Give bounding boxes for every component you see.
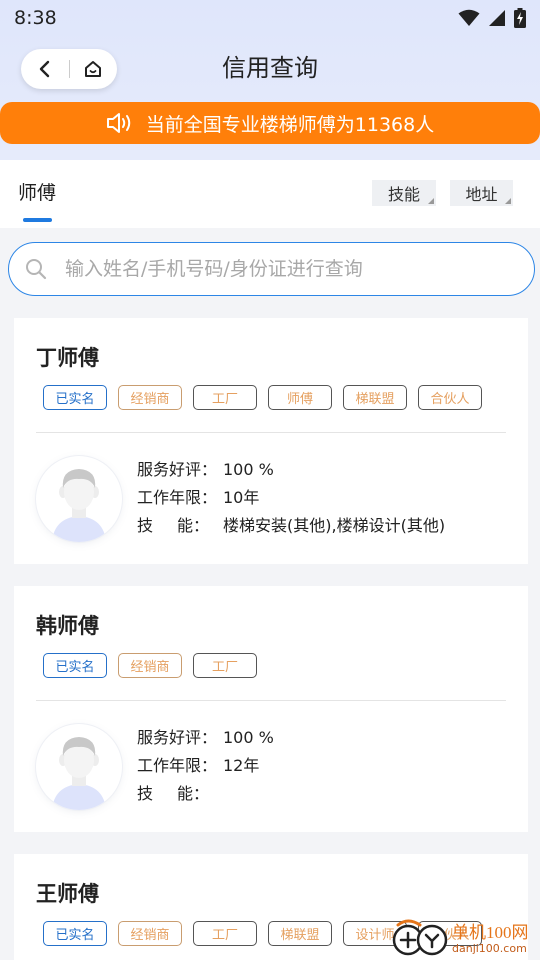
- chevron-left-icon: [39, 60, 49, 78]
- master-name: 王师傅: [36, 882, 99, 906]
- tab-strip: 师傅 技能 地址: [0, 160, 540, 228]
- skills-label: 技 能：: [137, 780, 223, 808]
- skills-label: 技 能：: [137, 512, 223, 540]
- tag-factory: 工厂: [193, 921, 257, 946]
- rating-value: 100 %: [223, 728, 274, 747]
- tag-list: 已实名 经销商 工厂 师傅 梯联盟 合伙人: [43, 385, 482, 410]
- tag-partner: 合伙人: [418, 385, 482, 410]
- tag-dealer: 经销商: [118, 385, 182, 410]
- address-filter[interactable]: 地址: [450, 180, 513, 206]
- card-divider: [36, 432, 506, 433]
- rating-value: 100 %: [223, 460, 274, 479]
- tag-master: 师傅: [268, 385, 332, 410]
- master-name: 韩师傅: [36, 614, 99, 638]
- tag-dealer: 经销商: [118, 653, 182, 678]
- master-card[interactable]: 丁师傅 已实名 经销商 工厂 师傅 梯联盟 合伙人 服务好评： 100 % 工作年…: [14, 318, 528, 564]
- card-divider: [36, 700, 506, 701]
- tag-verified: 已实名: [43, 385, 107, 410]
- back-button[interactable]: [21, 49, 69, 89]
- tab-indicator: [23, 218, 52, 222]
- skills-label-a: 技: [137, 784, 154, 803]
- tag-factory: 工厂: [193, 385, 257, 410]
- master-info: 服务好评： 100 % 工作年限： 12年 技 能：: [137, 724, 274, 808]
- tag-alliance: 梯联盟: [268, 921, 332, 946]
- rating-label: 服务好评：: [137, 460, 218, 479]
- status-bar: 8:38: [0, 0, 540, 36]
- skills-label-b: 能：: [176, 784, 209, 803]
- skills-value: 楼梯安装(其他),楼梯设计(其他): [223, 516, 446, 535]
- tag-factory: 工厂: [193, 653, 257, 678]
- site-watermark: 单机100网 danji100.com: [392, 918, 540, 960]
- speaker-icon: [106, 113, 131, 133]
- watermark-title: 单机100网: [452, 923, 529, 942]
- avatar: [36, 724, 122, 810]
- search-input[interactable]: [65, 258, 505, 280]
- skills-label-b: 能：: [176, 516, 209, 535]
- years-label: 工作年限：: [137, 488, 218, 507]
- announcement-banner: 当前全国专业楼梯师傅为11368人: [0, 102, 540, 144]
- master-name: 丁师傅: [36, 346, 99, 370]
- default-avatar-icon: [52, 737, 106, 810]
- tag-verified: 已实名: [43, 921, 107, 946]
- status-icons: [458, 8, 526, 28]
- banner-text: 当前全国专业楼梯师傅为11368人: [145, 113, 435, 136]
- cellular-signal-icon: [489, 10, 505, 26]
- years-value: 12年: [223, 756, 260, 775]
- watermark-url: danji100.com: [452, 942, 527, 955]
- tag-verified: 已实名: [43, 653, 107, 678]
- skill-filter[interactable]: 技能: [372, 180, 436, 206]
- watermark-text: 单机100网 danji100.com: [452, 924, 529, 954]
- wifi-icon: [458, 9, 480, 26]
- skills-label-a: 技: [137, 516, 154, 535]
- status-time: 8:38: [14, 7, 57, 29]
- master-card[interactable]: 韩师傅 已实名 经销商 工厂 服务好评： 100 % 工作年限： 12年 技 能：: [14, 586, 528, 832]
- tag-alliance: 梯联盟: [343, 385, 407, 410]
- avatar: [36, 456, 122, 542]
- years-value: 10年: [223, 488, 260, 507]
- master-info: 服务好评： 100 % 工作年限： 10年 技 能： 楼梯安装(其他),楼梯设计(其他): [137, 456, 445, 540]
- tag-list: 已实名 经销商 工厂: [43, 653, 257, 678]
- nav-capsule: [21, 49, 117, 89]
- tag-dealer: 经销商: [118, 921, 182, 946]
- watermark-logo-icon: [392, 919, 448, 956]
- home-button[interactable]: [69, 49, 117, 89]
- battery-charging-icon: [514, 8, 526, 28]
- home-icon: [85, 61, 102, 77]
- default-avatar-icon: [52, 469, 106, 542]
- tab-masters[interactable]: 师傅: [18, 178, 56, 205]
- rating-label: 服务好评：: [137, 728, 218, 747]
- years-label: 工作年限：: [137, 756, 218, 775]
- search-bar: [8, 242, 535, 296]
- search-icon: [26, 259, 47, 280]
